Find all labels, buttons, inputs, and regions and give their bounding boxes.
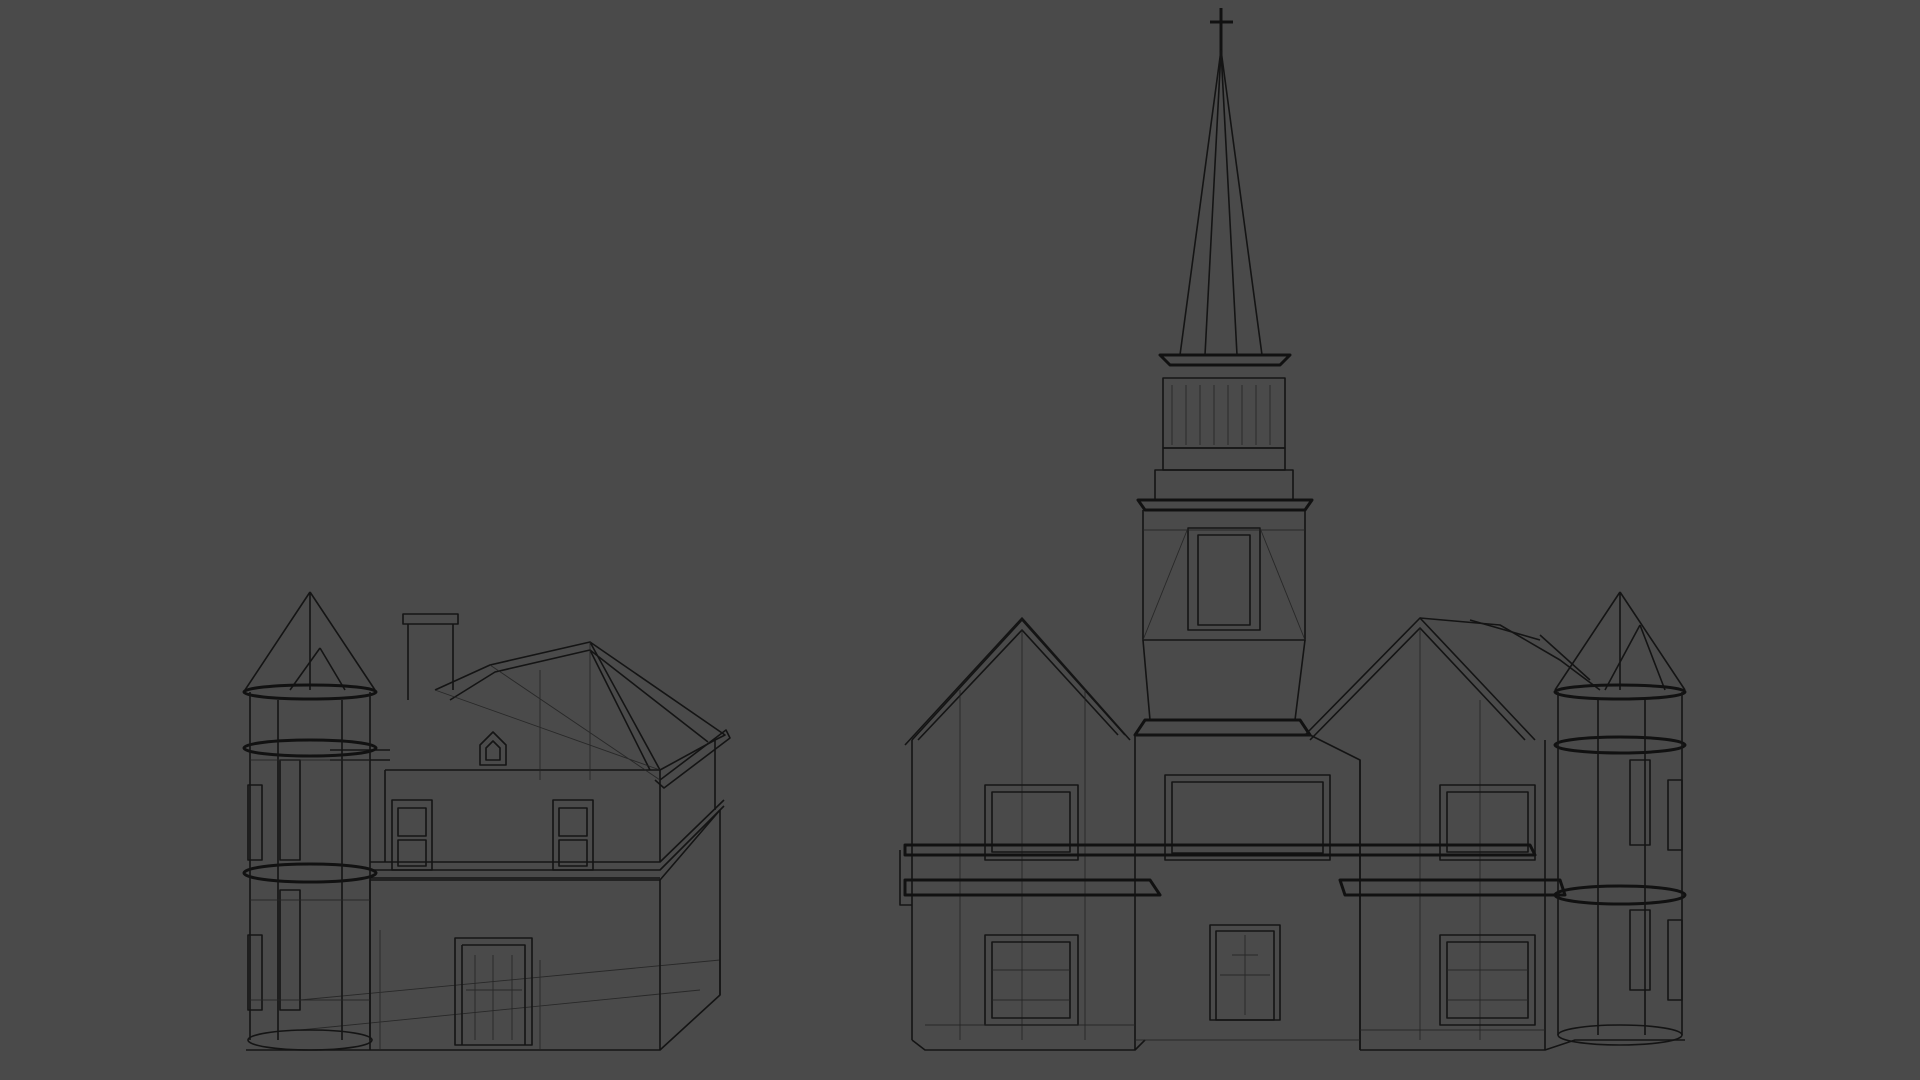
church-model[interactable] (899, 8, 1687, 1051)
wireframe-canvas (242, 8, 1687, 1051)
house-model[interactable] (242, 591, 731, 1051)
3d-viewport[interactable] (0, 0, 1920, 1080)
